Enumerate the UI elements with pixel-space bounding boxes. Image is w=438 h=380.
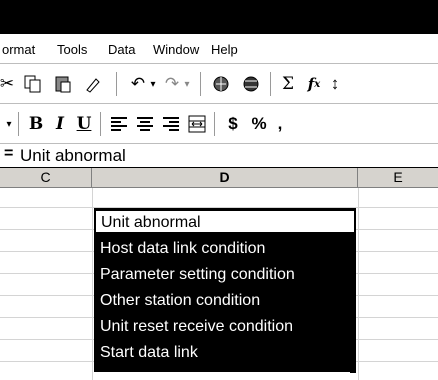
toolbar-separator xyxy=(200,72,202,96)
formatting-toolbar: ▾ B I U $ % , xyxy=(0,104,438,144)
underline-icon[interactable]: U xyxy=(74,112,94,136)
align-left-icon[interactable] xyxy=(108,112,130,136)
cut-icon[interactable]: ✂ xyxy=(0,72,14,96)
title-bar xyxy=(0,0,438,34)
function-icon[interactable]: fx xyxy=(302,72,326,96)
equals-icon[interactable]: = xyxy=(4,145,13,163)
menu-data[interactable]: Data xyxy=(108,42,135,57)
menu-tools[interactable]: Tools xyxy=(57,42,87,57)
percent-button[interactable]: % xyxy=(248,112,270,136)
hyperlink-globe-icon[interactable] xyxy=(210,72,232,96)
formula-content[interactable]: Unit abnormal xyxy=(20,146,126,166)
undo-icon[interactable]: ↶ xyxy=(128,72,148,96)
toolbar-separator xyxy=(116,72,118,96)
dropdown-option-host-data-link[interactable]: Host data link condition xyxy=(95,237,355,260)
validation-dropdown-list[interactable]: Unit abnormal Host data link condition P… xyxy=(94,208,356,372)
web-toolbar-icon[interactable] xyxy=(240,72,262,96)
column-header-d[interactable]: D xyxy=(92,168,358,187)
bold-icon[interactable]: B xyxy=(26,112,46,136)
merge-center-icon[interactable] xyxy=(186,112,208,136)
dropdown-option-unit-abnormal[interactable]: Unit abnormal xyxy=(95,210,355,233)
toolbar-separator xyxy=(270,72,272,96)
menu-window[interactable]: Window xyxy=(153,42,199,57)
comma-style-button[interactable]: , xyxy=(272,112,288,136)
toolbar-separator xyxy=(18,112,20,136)
italic-icon[interactable]: I xyxy=(50,112,70,136)
format-painter-icon[interactable] xyxy=(82,72,104,96)
align-right-icon[interactable] xyxy=(160,112,182,136)
align-center-icon[interactable] xyxy=(134,112,156,136)
column-header-c[interactable]: C xyxy=(0,168,92,187)
dropdown-option-start-data-link[interactable]: Start data link xyxy=(95,341,355,364)
dropdown-option-parameter-setting[interactable]: Parameter setting condition xyxy=(95,263,355,286)
sort-icon[interactable]: ↕ xyxy=(330,72,340,96)
menu-bar: ormat Tools Data Window Help xyxy=(0,34,438,64)
copy-icon[interactable] xyxy=(22,72,44,96)
toolbar-separator xyxy=(214,112,216,136)
toolbar-separator xyxy=(100,112,102,136)
standard-toolbar: ✂ ↶ ▾ ↷ ▾ Σ fx ↕ xyxy=(0,64,438,104)
menu-help[interactable]: Help xyxy=(211,42,238,57)
column-headers: C D E xyxy=(0,168,438,188)
autosum-icon[interactable]: Σ xyxy=(278,72,298,96)
undo-dropdown-icon[interactable]: ▾ xyxy=(148,72,158,96)
gridline xyxy=(92,188,93,380)
fill-handle[interactable] xyxy=(350,367,356,373)
menu-format[interactable]: ormat xyxy=(2,42,35,57)
redo-icon[interactable]: ↷ xyxy=(162,72,182,96)
paste-icon[interactable] xyxy=(52,72,74,96)
column-header-e[interactable]: E xyxy=(358,168,438,187)
dropdown-option-other-station[interactable]: Other station condition xyxy=(95,289,355,312)
redo-dropdown-icon[interactable]: ▾ xyxy=(182,72,192,96)
formula-bar: = Unit abnormal xyxy=(0,144,438,168)
gridline xyxy=(358,188,359,380)
currency-button[interactable]: $ xyxy=(222,112,244,136)
dropdown-option-unit-reset-receive[interactable]: Unit reset receive condition xyxy=(95,315,355,338)
font-dropdown-icon[interactable]: ▾ xyxy=(2,112,16,136)
